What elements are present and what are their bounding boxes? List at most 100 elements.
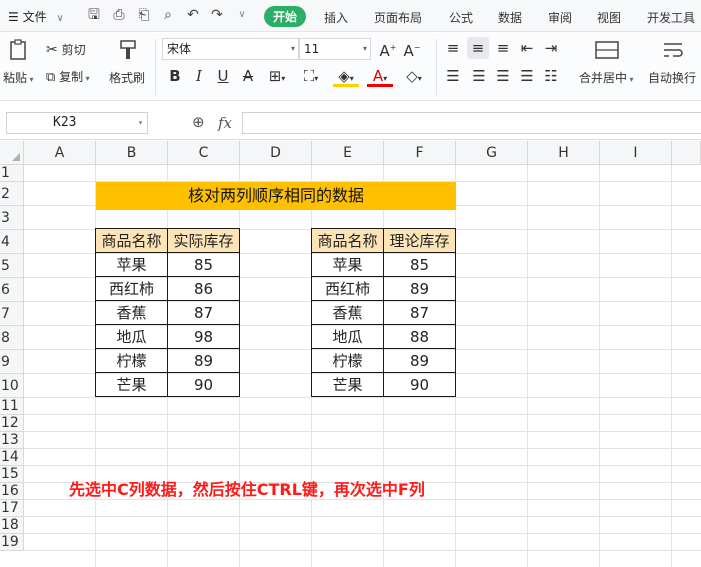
zoom-icon[interactable]: ⊕ xyxy=(192,113,205,131)
format-painter-label[interactable]: 格式刷 xyxy=(109,69,145,86)
stock-cell[interactable]: 89 xyxy=(383,348,456,373)
tab-home[interactable]: 开始 xyxy=(264,6,307,27)
column-header-c[interactable]: C xyxy=(168,141,240,165)
row-header-6[interactable]: 6 xyxy=(0,278,24,302)
select-all-corner[interactable] xyxy=(0,141,24,165)
tab-formulas[interactable]: 公式 xyxy=(449,9,473,26)
column-header-d[interactable]: D xyxy=(240,141,312,165)
print-icon[interactable]: ⎗ xyxy=(136,7,152,23)
stock-cell[interactable]: 90 xyxy=(383,372,456,397)
row-header-13[interactable]: 13 xyxy=(0,432,24,449)
clear-format-icon[interactable]: ◇▾ xyxy=(400,67,428,88)
align-left-icon[interactable]: ☰ xyxy=(443,67,463,85)
row-header-1[interactable]: 1 xyxy=(0,165,24,182)
tab-page-layout[interactable]: 页面布局 xyxy=(374,9,422,26)
product-cell[interactable]: 香蕉 xyxy=(311,300,384,325)
formula-input[interactable] xyxy=(242,112,701,134)
undo-icon[interactable]: ↶ xyxy=(185,7,201,23)
increase-font-icon[interactable]: A+ xyxy=(378,39,398,60)
stock-cell[interactable]: 98 xyxy=(167,324,240,349)
header-product-name[interactable]: 商品名称 xyxy=(95,228,168,253)
column-header-i[interactable]: I xyxy=(600,141,672,165)
column-header-b[interactable]: B xyxy=(96,141,168,165)
redo-icon[interactable]: ↷ xyxy=(209,7,225,23)
copy-button[interactable]: ⧉ 复制 ▾ xyxy=(46,68,90,85)
decrease-indent-icon[interactable]: ⇤ xyxy=(517,39,537,57)
header-theoretical-stock[interactable]: 理论库存 xyxy=(383,228,456,253)
row-header-18[interactable]: 18 xyxy=(0,517,24,534)
product-cell[interactable]: 柠檬 xyxy=(311,348,384,373)
wrap-text-icon[interactable] xyxy=(662,39,684,61)
stock-cell[interactable]: 85 xyxy=(383,252,456,277)
bold-icon[interactable]: B xyxy=(166,67,184,85)
row-header-8[interactable]: 8 xyxy=(0,326,24,350)
paste-icon[interactable] xyxy=(8,39,30,61)
product-cell[interactable]: 香蕉 xyxy=(95,300,168,325)
row-header-12[interactable]: 12 xyxy=(0,415,24,432)
row-header-14[interactable]: 14 xyxy=(0,449,24,466)
row-header-17[interactable]: 17 xyxy=(0,500,24,517)
stock-cell[interactable]: 88 xyxy=(383,324,456,349)
header-product-name[interactable]: 商品名称 xyxy=(311,228,384,253)
align-top-icon[interactable]: ≡ xyxy=(443,39,463,57)
tab-view[interactable]: 视图 xyxy=(597,9,621,26)
row-header-5[interactable]: 5 xyxy=(0,254,24,278)
merge-center-icon[interactable] xyxy=(594,39,620,61)
function-icon[interactable]: fx xyxy=(218,114,232,132)
product-cell[interactable]: 芒果 xyxy=(311,372,384,397)
product-cell[interactable]: 地瓜 xyxy=(95,324,168,349)
save-icon[interactable]: 🖫 xyxy=(86,7,102,23)
tab-review[interactable]: 审阅 xyxy=(548,9,572,26)
stock-cell[interactable]: 87 xyxy=(167,300,240,325)
row-header-9[interactable]: 9 xyxy=(0,350,24,374)
align-right-icon[interactable]: ☰ xyxy=(493,67,513,85)
cell-style-icon[interactable]: ⛶▾ xyxy=(298,67,324,88)
strikethrough-icon[interactable]: A xyxy=(237,67,259,85)
justify-icon[interactable]: ☰ xyxy=(517,67,537,85)
decrease-font-icon[interactable]: A− xyxy=(402,39,422,60)
print-preview-icon[interactable]: ⌕ xyxy=(160,7,176,23)
product-cell[interactable]: 地瓜 xyxy=(311,324,384,349)
tab-insert[interactable]: 插入 xyxy=(324,9,348,26)
borders-icon[interactable]: ⊞▾ xyxy=(264,67,290,88)
font-size-select[interactable]: 11 ▾ xyxy=(299,38,371,60)
row-header-3[interactable]: 3 xyxy=(0,206,24,230)
font-color-icon[interactable]: A▾ xyxy=(367,67,393,87)
stock-cell[interactable]: 89 xyxy=(383,276,456,301)
italic-icon[interactable]: I xyxy=(190,67,208,85)
format-painter-icon[interactable] xyxy=(117,39,139,61)
tab-developer[interactable]: 开发工具 xyxy=(647,9,695,26)
stock-cell[interactable]: 86 xyxy=(167,276,240,301)
product-cell[interactable]: 芒果 xyxy=(95,372,168,397)
row-header-19[interactable]: 19 xyxy=(0,534,24,551)
row-header-16[interactable]: 16 xyxy=(0,483,24,500)
cut-button[interactable]: ✂ 剪切 xyxy=(46,41,86,58)
increase-indent-icon[interactable]: ⇥ xyxy=(541,39,561,57)
column-header-a[interactable]: A xyxy=(24,141,96,165)
stock-cell[interactable]: 85 xyxy=(167,252,240,277)
column-header-f[interactable]: F xyxy=(384,141,456,165)
column-header-g[interactable]: G xyxy=(456,141,528,165)
column-header-h[interactable]: H xyxy=(528,141,600,165)
product-cell[interactable]: 苹果 xyxy=(311,252,384,277)
stock-cell[interactable]: 87 xyxy=(383,300,456,325)
font-name-select[interactable]: 宋体 ▾ xyxy=(162,38,299,60)
stock-cell[interactable]: 90 xyxy=(167,372,240,397)
tab-data[interactable]: 数据 xyxy=(498,9,522,26)
header-actual-stock[interactable]: 实际库存 xyxy=(167,228,240,253)
column-header-j[interactable] xyxy=(672,141,701,165)
row-header-10[interactable]: 10 xyxy=(0,374,24,398)
align-middle-icon[interactable]: ≡ xyxy=(467,37,489,59)
underline-icon[interactable]: U xyxy=(214,67,232,85)
product-cell[interactable]: 西红柿 xyxy=(95,276,168,301)
row-header-7[interactable]: 7 xyxy=(0,302,24,326)
stock-cell[interactable]: 89 xyxy=(167,348,240,373)
fill-color-icon[interactable]: ◈▾ xyxy=(333,67,359,87)
product-cell[interactable]: 苹果 xyxy=(95,252,168,277)
merge-center-button[interactable]: 合并居中 ▾ xyxy=(579,69,634,86)
row-header-4[interactable]: 4 xyxy=(0,230,24,254)
row-header-11[interactable]: 11 xyxy=(0,398,24,415)
customize-chevron-icon[interactable]: ∨ xyxy=(234,7,250,23)
wrap-text-label[interactable]: 自动换行 xyxy=(648,69,696,86)
product-cell[interactable]: 西红柿 xyxy=(311,276,384,301)
